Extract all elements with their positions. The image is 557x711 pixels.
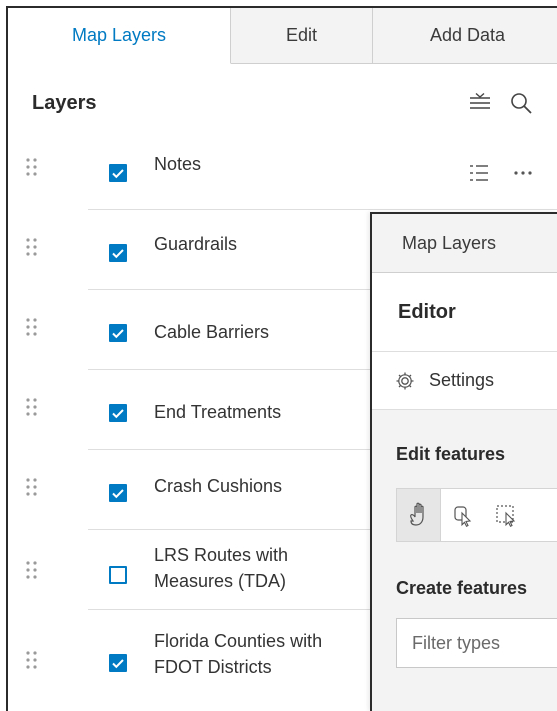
pan-hand-icon: [410, 502, 424, 526]
layer-visibility-checkbox[interactable]: [109, 404, 127, 422]
tab-edit[interactable]: Edit: [231, 8, 373, 64]
layer-row-notes[interactable]: Notes: [8, 130, 557, 210]
layer-visibility-checkbox[interactable]: [109, 324, 127, 342]
select-tool-button[interactable]: [441, 489, 485, 541]
drag-handle-icon[interactable]: [24, 530, 40, 610]
drag-handle-icon[interactable]: [24, 370, 40, 450]
layer-label: End Treatments: [154, 402, 282, 422]
layer-label: Notes: [154, 154, 202, 174]
layer-label: LRS Routes with Measures (TDA): [154, 545, 289, 591]
drag-handle-icon[interactable]: [24, 130, 40, 210]
drag-handle-icon[interactable]: [24, 290, 40, 370]
layer-label: Cable Barriers: [154, 322, 270, 342]
layer-label: Crash Cushions: [154, 476, 283, 496]
gear-icon: [396, 372, 414, 390]
layer-visibility-checkbox[interactable]: [109, 484, 127, 502]
editor-body: Edit features Create features: [372, 410, 557, 711]
drag-handle-icon[interactable]: [24, 620, 40, 700]
edit-tool-group: [396, 488, 557, 542]
editor-title: Editor: [398, 301, 456, 323]
list-collapse-icon[interactable]: [468, 91, 492, 115]
pan-tool-button[interactable]: [397, 489, 441, 541]
editor-panel: Map Layers Editor Settings Edit features: [370, 212, 557, 711]
more-options-icon[interactable]: [512, 166, 534, 180]
edit-features-title: Edit features: [396, 444, 506, 464]
tab-map-layers[interactable]: Map Layers: [8, 8, 231, 64]
page-title: Layers: [32, 92, 97, 114]
layer-visibility-checkbox[interactable]: [109, 654, 127, 672]
layer-visibility-checkbox[interactable]: [109, 164, 127, 182]
select-rectangle-icon: [496, 505, 516, 528]
drag-handle-icon[interactable]: [24, 450, 40, 530]
layer-label: Guardrails: [154, 234, 238, 254]
drag-handle-icon[interactable]: [24, 210, 40, 290]
tab-bar: Map Layers Edit Add Data: [8, 8, 557, 65]
select-rectangle-tool-button[interactable]: [485, 489, 529, 541]
tab-add-data[interactable]: Add Data: [373, 8, 557, 64]
settings-row[interactable]: Settings: [372, 352, 557, 410]
search-icon[interactable]: [509, 91, 533, 115]
layer-visibility-checkbox[interactable]: [109, 566, 127, 584]
filter-types-input[interactable]: [396, 618, 557, 668]
editor-header: Editor: [372, 273, 557, 352]
layer-visibility-checkbox[interactable]: [109, 244, 127, 262]
layer-label: Florida Counties with FDOT Districts: [154, 631, 323, 677]
create-features-title: Create features: [396, 578, 528, 598]
select-pointer-icon: [454, 506, 472, 528]
legend-list-icon[interactable]: [469, 163, 489, 183]
settings-label: Settings: [429, 370, 495, 390]
tab-map-layers[interactable]: Map Layers: [372, 214, 557, 273]
